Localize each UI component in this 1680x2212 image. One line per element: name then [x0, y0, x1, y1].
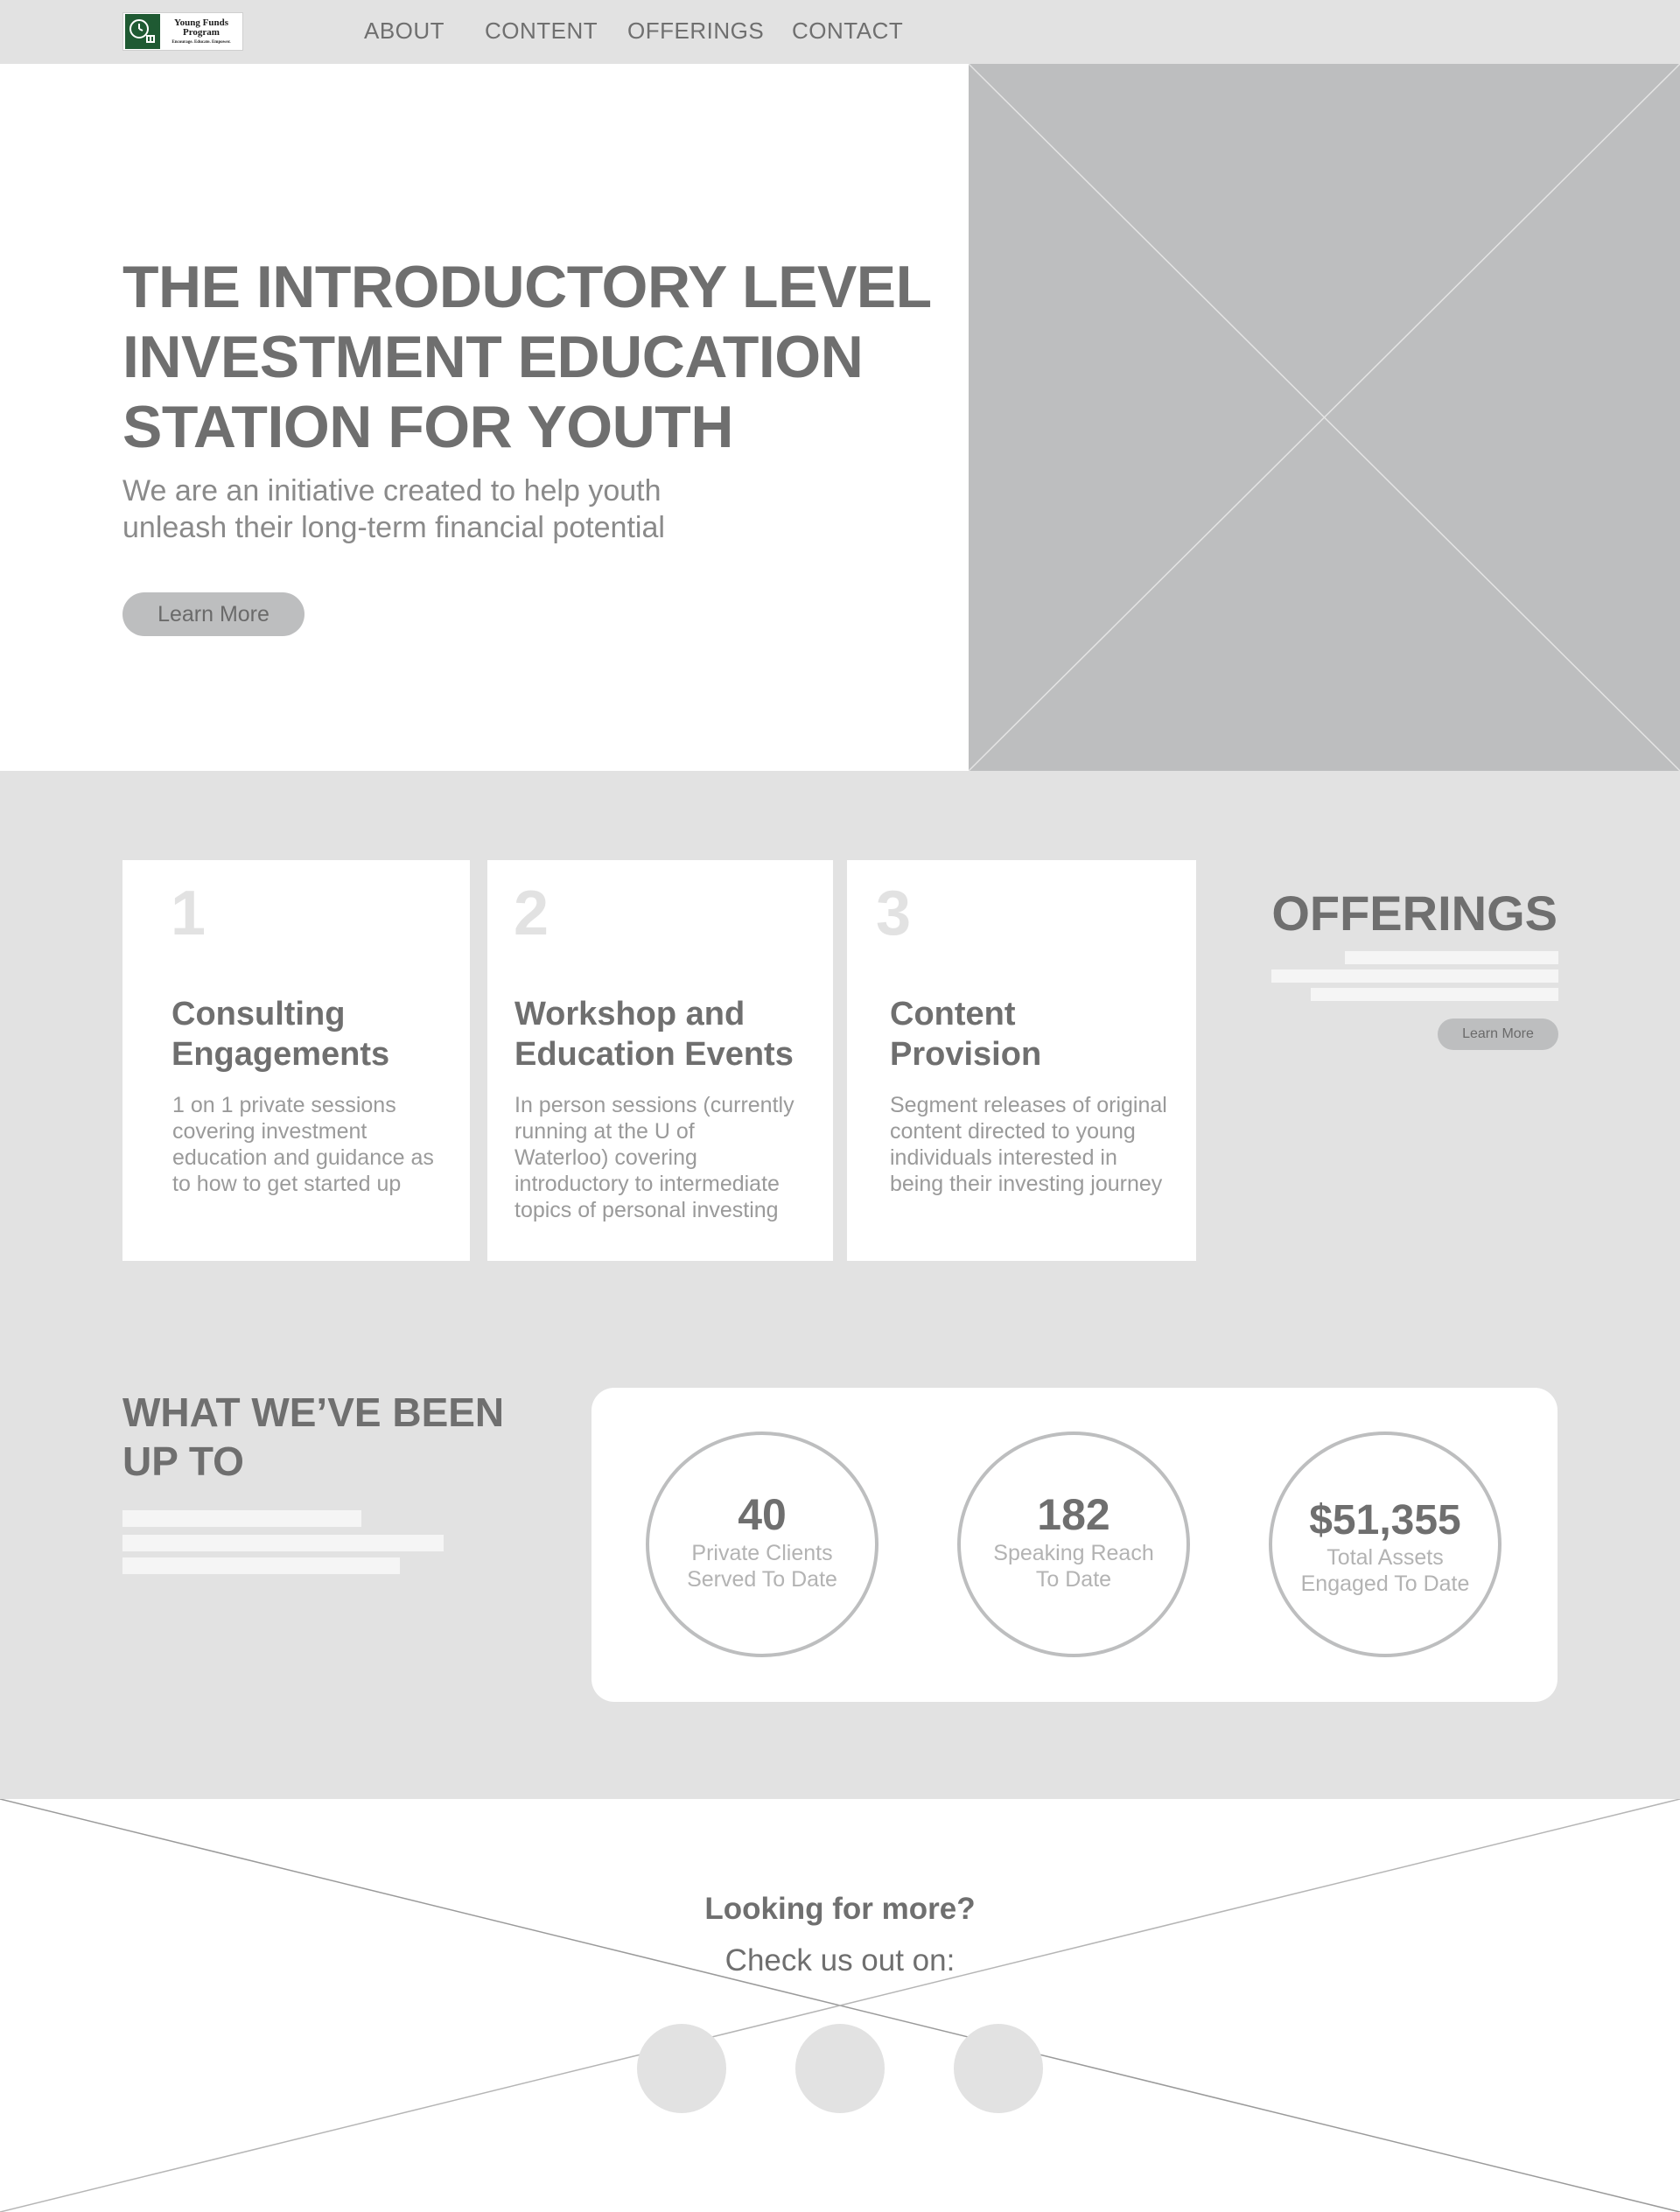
- offering-card[interactable]: 1 Consulting Engagements 1 on 1 private …: [122, 860, 470, 1261]
- stat-circle: 182 Speaking Reach To Date: [957, 1432, 1190, 1657]
- footer-subheading: Check us out on:: [724, 1943, 956, 1978]
- nav-about[interactable]: ABOUT: [364, 18, 444, 45]
- hero-title: THE INTRODUCTORY LEVEL INVESTMENT EDUCAT…: [122, 254, 931, 460]
- footer-section: Looking for more? Check us out on:: [0, 1799, 1680, 2212]
- stat-value: 40: [738, 1490, 787, 1539]
- logo-text: Young Funds Program Encourage. Educate. …: [160, 18, 242, 45]
- placeholder-text-line: [122, 1510, 361, 1527]
- offering-card[interactable]: 2 Workshop and Education Events In perso…: [487, 860, 833, 1261]
- card-description: Segment releases of original content dir…: [890, 1093, 1167, 1196]
- stat-value: $51,355: [1309, 1497, 1461, 1544]
- hero-learn-more-button[interactable]: Learn More: [122, 592, 304, 636]
- placeholder-text-line: [1311, 988, 1558, 1001]
- footer-image-placeholder: [0, 1799, 1680, 2212]
- offering-card[interactable]: 3 Content Provision Segment releases of …: [847, 860, 1196, 1261]
- card-number: 1: [171, 878, 206, 948]
- stat-label: Total Assets Engaged To Date: [1300, 1545, 1470, 1596]
- nav-contact[interactable]: CONTACT: [792, 18, 903, 45]
- offerings-section: 1 Consulting Engagements 1 on 1 private …: [0, 771, 1680, 1799]
- offerings-learn-more-button[interactable]: Learn More: [1438, 1018, 1558, 1050]
- top-nav: Young Funds Program Encourage. Educate. …: [0, 0, 1680, 64]
- card-description: In person sessions (currently running at…: [514, 1093, 794, 1222]
- placeholder-text-line: [122, 1558, 400, 1574]
- hero-subtitle: We are an initiative created to help you…: [122, 474, 665, 544]
- card-number: 2: [514, 878, 550, 948]
- card-title: Workshop and Education Events: [514, 996, 794, 1073]
- social-link-icon[interactable]: [954, 2024, 1043, 2113]
- logo-tagline: Encourage. Educate. Empower.: [172, 39, 231, 45]
- placeholder-text-line: [122, 1535, 444, 1551]
- stats-title: WHAT WE’VE BEEN UP TO: [122, 1390, 505, 1484]
- card-title: Content Provision: [890, 996, 1042, 1073]
- logo-name: Young Funds Program: [173, 17, 229, 38]
- placeholder-text-line: [1271, 970, 1558, 983]
- card-number: 3: [876, 878, 912, 948]
- hero-section: THE INTRODUCTORY LEVEL INVESTMENT EDUCAT…: [0, 64, 1680, 771]
- card-description: 1 on 1 private sessions covering investm…: [172, 1093, 434, 1196]
- stat-label: Private Clients Served To Date: [687, 1541, 837, 1592]
- social-link-icon[interactable]: [795, 2024, 885, 2113]
- nav-content[interactable]: CONTENT: [485, 18, 598, 45]
- stat-circle: $51,355 Total Assets Engaged To Date: [1269, 1432, 1502, 1657]
- stat-label: Speaking Reach To Date: [993, 1541, 1154, 1592]
- card-title: Consulting Engagements: [172, 996, 390, 1073]
- logo-clock-icon: [125, 14, 160, 49]
- footer-heading: Looking for more?: [704, 1892, 976, 1926]
- hero-image-placeholder: [969, 64, 1680, 771]
- logo[interactable]: Young Funds Program Encourage. Educate. …: [122, 12, 243, 51]
- stats-panel: 40 Private Clients Served To Date 182 Sp…: [592, 1388, 1558, 1702]
- social-link-icon[interactable]: [637, 2024, 726, 2113]
- offerings-title: OFFERINGS: [1271, 886, 1558, 941]
- placeholder-text-line: [1345, 951, 1558, 964]
- nav-offerings[interactable]: OFFERINGS: [627, 18, 764, 45]
- stat-circle: 40 Private Clients Served To Date: [646, 1432, 878, 1657]
- stat-value: 182: [1037, 1490, 1110, 1539]
